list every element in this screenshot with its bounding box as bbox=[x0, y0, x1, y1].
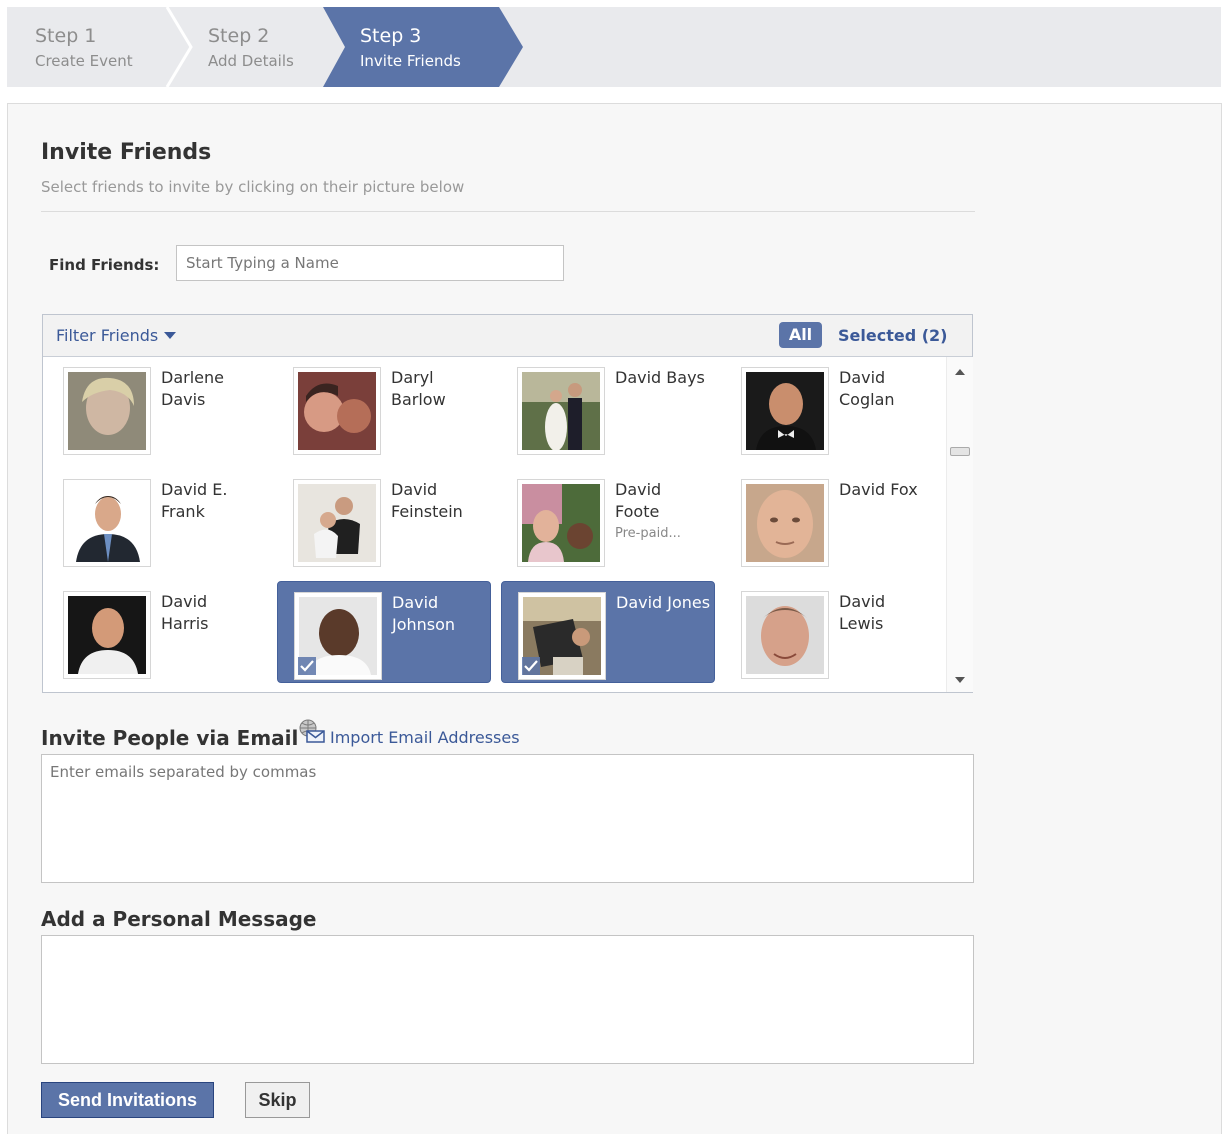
friend-photo[interactable] bbox=[63, 367, 151, 455]
email-section-title: Invite People via Email bbox=[41, 726, 299, 750]
divider bbox=[41, 211, 975, 212]
friend-tile[interactable]: David Fox bbox=[725, 469, 939, 571]
profile-picture bbox=[68, 596, 146, 674]
friend-name: David Harris bbox=[161, 592, 209, 633]
friend-tile[interactable]: David Feinstein bbox=[277, 469, 491, 571]
friend-name: David Johnson bbox=[392, 593, 456, 634]
friend-name: Daryl Barlow bbox=[391, 368, 446, 409]
friend-grid: Darlene Davis Daryl Barlow David Bays David… bbox=[43, 357, 945, 692]
step-1-label: Create Event bbox=[35, 52, 133, 70]
import-email-icon[interactable] bbox=[296, 718, 326, 744]
message-section-title: Add a Personal Message bbox=[41, 907, 317, 931]
profile-picture bbox=[68, 484, 146, 562]
friend-name: David Foote bbox=[615, 480, 662, 521]
friend-name: David Bays bbox=[615, 368, 705, 387]
friend-name: David Coglan bbox=[839, 368, 895, 409]
scroll-up-arrow-icon[interactable] bbox=[955, 369, 965, 375]
friend-name: David Fox bbox=[839, 480, 918, 499]
friend-photo[interactable] bbox=[63, 479, 151, 567]
profile-picture bbox=[522, 372, 600, 450]
profile-picture bbox=[746, 484, 824, 562]
friend-tile[interactable]: Daryl Barlow bbox=[277, 357, 491, 459]
friend-tile[interactable]: Darlene Davis bbox=[47, 357, 261, 459]
profile-picture bbox=[522, 484, 600, 562]
page-title: Invite Friends bbox=[41, 140, 212, 165]
friend-tile[interactable]: David Johnson bbox=[277, 581, 491, 683]
friend-tile[interactable]: David Jones bbox=[501, 581, 715, 683]
friend-photo[interactable] bbox=[293, 479, 381, 567]
friend-photo[interactable] bbox=[741, 367, 829, 455]
tab-selected[interactable]: Selected (2) bbox=[838, 326, 947, 345]
friend-selector-header: Filter Friends All Selected (2) bbox=[43, 315, 972, 357]
tab-all[interactable]: All bbox=[779, 322, 822, 348]
friend-tile[interactable]: David Harris bbox=[47, 581, 261, 683]
friend-name: David E. Frank bbox=[161, 480, 228, 521]
personal-message-input[interactable] bbox=[41, 935, 974, 1064]
friend-selector: Filter Friends All Selected (2) Darlene … bbox=[42, 314, 973, 693]
scrollbar-thumb[interactable] bbox=[950, 447, 970, 456]
step-2-label: Add Details bbox=[208, 52, 294, 70]
step-progress-bar: Step 1 Create Event Step 2 Add Details S… bbox=[7, 7, 1221, 87]
friend-photo[interactable] bbox=[517, 479, 605, 567]
checkmark-icon bbox=[522, 657, 540, 675]
checkmark-icon bbox=[298, 657, 316, 675]
friend-photo[interactable] bbox=[741, 479, 829, 567]
import-email-addresses-link[interactable]: Import Email Addresses bbox=[330, 728, 520, 747]
skip-button[interactable]: Skip bbox=[245, 1082, 310, 1118]
profile-picture bbox=[298, 484, 376, 562]
friend-name: Darlene Davis bbox=[161, 368, 224, 409]
find-friends-input[interactable] bbox=[176, 245, 564, 281]
friend-tile[interactable]: David E. Frank bbox=[47, 469, 261, 571]
find-friends-label: Find Friends: bbox=[49, 256, 160, 274]
friend-photo[interactable] bbox=[293, 367, 381, 455]
friend-photo[interactable] bbox=[741, 591, 829, 679]
friend-tile[interactable]: David Foote Pre-paid... bbox=[501, 469, 715, 571]
send-invitations-button[interactable]: Send Invitations bbox=[41, 1082, 214, 1118]
step-2-number: Step 2 bbox=[208, 25, 270, 47]
page-subtitle: Select friends to invite by clicking on … bbox=[41, 178, 465, 196]
friend-name: David Jones bbox=[616, 593, 711, 612]
step-1-number: Step 1 bbox=[35, 25, 97, 47]
profile-picture bbox=[746, 372, 824, 450]
step-separator-chevron bbox=[165, 7, 193, 87]
friend-tile[interactable]: David Lewis bbox=[725, 581, 939, 683]
filter-friends-dropdown[interactable]: Filter Friends bbox=[56, 326, 177, 345]
friend-name: David Lewis bbox=[839, 592, 886, 633]
friend-name: David Feinstein bbox=[391, 480, 463, 521]
filter-friends-label: Filter Friends bbox=[56, 326, 159, 345]
active-step-arrow bbox=[323, 7, 523, 87]
friend-tile[interactable]: David Coglan bbox=[725, 357, 939, 459]
step-3-number: Step 3 bbox=[360, 25, 422, 47]
scroll-down-arrow-icon[interactable] bbox=[955, 677, 965, 683]
caret-down-icon bbox=[164, 332, 177, 339]
profile-picture bbox=[746, 596, 824, 674]
friend-grid-scrollbar[interactable] bbox=[946, 357, 973, 692]
friend-photo[interactable] bbox=[517, 367, 605, 455]
friend-photo[interactable] bbox=[63, 591, 151, 679]
friend-note: Pre-paid... bbox=[615, 526, 681, 541]
email-addresses-input[interactable] bbox=[41, 754, 974, 883]
profile-picture bbox=[68, 372, 146, 450]
profile-picture bbox=[298, 372, 376, 450]
step-3-label: Invite Friends bbox=[360, 52, 461, 70]
friend-tile[interactable]: David Bays bbox=[501, 357, 715, 459]
